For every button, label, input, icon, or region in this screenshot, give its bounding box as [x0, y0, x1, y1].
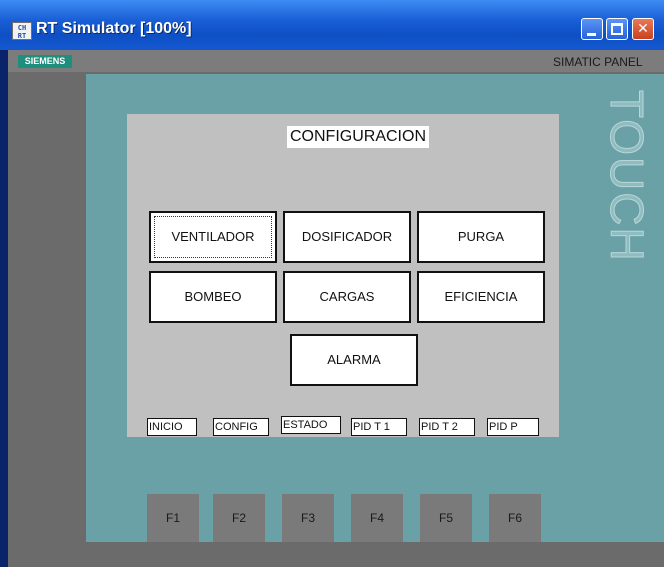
cargas-button[interactable]: CARGAS	[283, 271, 411, 323]
function-key-f4[interactable]: F4	[351, 494, 403, 542]
minimize-icon	[587, 33, 596, 36]
ventilador-button[interactable]: VENTILADOR	[149, 211, 277, 263]
panel-top-strip: SIEMENS SIMATIC PANEL	[8, 50, 664, 72]
function-key-f3[interactable]: F3	[282, 494, 334, 542]
title-bar[interactable]: CH RT RT Simulator [100%] ✕	[0, 0, 664, 50]
hmi-screen: CONFIGURACION VENTILADOR DOSIFICADOR PUR…	[127, 114, 559, 437]
maximize-icon	[611, 23, 623, 35]
screen-title: CONFIGURACION	[287, 126, 429, 148]
window-title: RT Simulator [100%]	[36, 20, 192, 37]
alarma-button[interactable]: ALARMA	[290, 334, 418, 386]
nav-inicio-button[interactable]: INICIO	[147, 418, 197, 436]
app-icon: CH RT	[12, 22, 32, 40]
purga-button[interactable]: PURGA	[417, 211, 545, 263]
touch-label: TOUCH	[601, 90, 654, 263]
function-key-f1[interactable]: F1	[147, 494, 199, 542]
close-button[interactable]: ✕	[632, 18, 654, 40]
nav-estado-button[interactable]: ESTADO	[281, 416, 341, 434]
function-key-f6[interactable]: F6	[489, 494, 541, 542]
bombeo-button[interactable]: BOMBEO	[149, 271, 277, 323]
minimize-button[interactable]	[581, 18, 603, 40]
siemens-logo: SIEMENS	[18, 55, 72, 68]
function-key-f5[interactable]: F5	[420, 494, 472, 542]
nav-pid-t1-button[interactable]: PID T 1	[351, 418, 407, 436]
maximize-button[interactable]	[606, 18, 628, 40]
nav-pid-p-button[interactable]: PID P	[487, 418, 539, 436]
eficiencia-button[interactable]: EFICIENCIA	[417, 271, 545, 323]
nav-config-button[interactable]: CONFIG	[213, 418, 269, 436]
function-key-f2[interactable]: F2	[213, 494, 265, 542]
simatic-panel-label: SIMATIC PANEL	[553, 55, 643, 69]
dosificador-button[interactable]: DOSIFICADOR	[283, 211, 411, 263]
touch-label-strip: TOUCH	[598, 90, 658, 310]
nav-pid-t2-button[interactable]: PID T 2	[419, 418, 475, 436]
rt-simulator-window: CH RT RT Simulator [100%] ✕ SIEMENS SIMA…	[0, 0, 664, 567]
close-icon: ✕	[637, 21, 649, 37]
